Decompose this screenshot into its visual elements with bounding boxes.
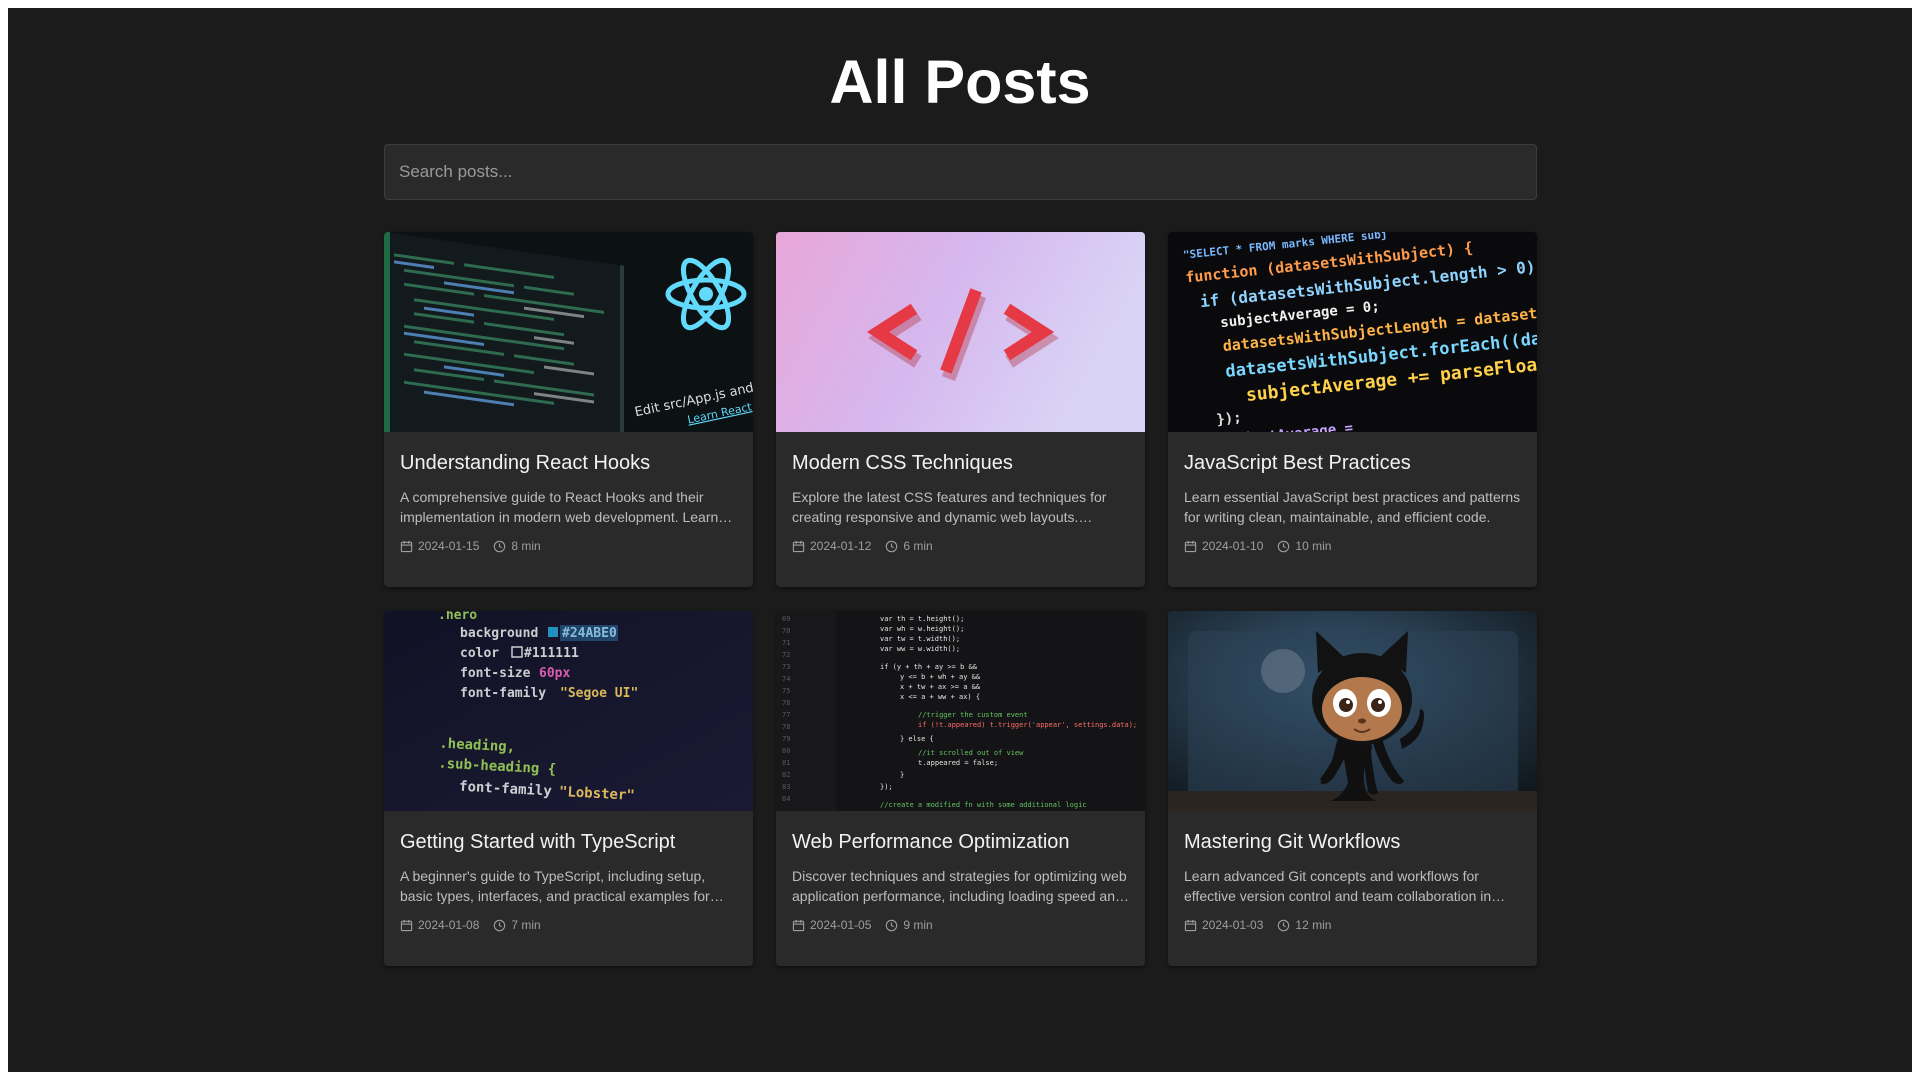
svg-text:var ww = w.width();: var ww = w.width(); bbox=[880, 645, 960, 653]
svg-text:y <= b + wh + ay &&: y <= b + wh + ay && bbox=[900, 673, 981, 681]
svg-text:73: 73 bbox=[782, 663, 790, 671]
post-meta: 2024-01-08 7 min bbox=[400, 916, 555, 934]
page-title: All Posts bbox=[829, 48, 1091, 116]
svg-text:83: 83 bbox=[782, 783, 790, 791]
svg-text:81: 81 bbox=[782, 759, 790, 767]
react-code-image: Edit src/App.js and save to reload. Lear… bbox=[384, 232, 753, 432]
typescript-code-image: .hero background #24ABE0 color #111111 f… bbox=[384, 611, 753, 811]
clock-icon bbox=[494, 919, 506, 931]
post-description: Explore the latest CSS features and tech… bbox=[792, 489, 1107, 525]
post-card-typescript[interactable]: .hero background #24ABE0 color #111111 f… bbox=[384, 611, 753, 966]
svg-text://trigger the custom event: //trigger the custom event bbox=[918, 711, 1028, 719]
post-date: 2024-01-12 bbox=[810, 539, 872, 553]
post-card-react-hooks[interactable]: Edit src/App.js and save to reload. Lear… bbox=[384, 232, 753, 587]
post-title: Getting Started with TypeScript bbox=[400, 831, 676, 853]
post-date: 2024-01-08 bbox=[418, 918, 480, 932]
svg-text:77: 77 bbox=[782, 711, 790, 719]
svg-text:if (y + th + ay >= b &&: if (y + th + ay >= b && bbox=[880, 663, 978, 671]
post-date: 2024-01-05 bbox=[810, 918, 872, 932]
performance-code-image: 69 70 71 72 73 74 75 76 77 78 79 80 81 82 83 84 va… bbox=[776, 611, 1145, 811]
svg-text:t.appeared = false;: t.appeared = false; bbox=[918, 759, 998, 767]
svg-text:x + tw + ax >= a &&: x + tw + ax >= a && bbox=[900, 683, 981, 691]
svg-text:82: 82 bbox=[782, 771, 790, 779]
svg-text:var wh = w.height();: var wh = w.height(); bbox=[880, 625, 964, 633]
svg-text:});: }); bbox=[1216, 410, 1243, 429]
svg-text:74: 74 bbox=[782, 675, 790, 683]
calendar-icon bbox=[400, 540, 413, 552]
post-description: A comprehensive guide to React Hooks and… bbox=[400, 489, 719, 525]
post-thumbnail: "SELECT * FROM marks WHERE subj function… bbox=[1168, 232, 1537, 432]
post-meta: 2024-01-12 6 min bbox=[792, 537, 947, 555]
post-description: A beginner's guide to TypeScript, includ… bbox=[400, 868, 710, 904]
post-description: Learn essential JavaScript best practice… bbox=[1184, 489, 1521, 525]
search-input[interactable] bbox=[384, 144, 1537, 200]
calendar-icon bbox=[792, 919, 805, 931]
clock-icon bbox=[494, 540, 506, 552]
octocat-figure-image bbox=[1168, 611, 1537, 811]
svg-text:75: 75 bbox=[782, 687, 790, 695]
svg-text:76: 76 bbox=[782, 699, 790, 707]
clock-icon bbox=[1278, 919, 1290, 931]
post-date: 2024-01-10 bbox=[1202, 539, 1264, 553]
calendar-icon bbox=[1184, 540, 1197, 552]
svg-text:80: 80 bbox=[782, 747, 790, 755]
svg-text:70: 70 bbox=[782, 627, 790, 635]
post-meta: 2024-01-15 8 min bbox=[400, 537, 555, 555]
clock-icon bbox=[886, 919, 898, 931]
svg-text://create a modified fn with so: //create a modified fn with some additio… bbox=[880, 801, 1087, 809]
post-card-javascript-best-practices[interactable]: "SELECT * FROM marks WHERE subj function… bbox=[1168, 232, 1537, 587]
post-read-time: 8 min bbox=[511, 539, 541, 553]
svg-text:84: 84 bbox=[782, 795, 790, 803]
svg-text:69: 69 bbox=[782, 615, 790, 623]
svg-text:var th = t.height();: var th = t.height(); bbox=[880, 615, 964, 623]
post-card-git-workflows[interactable]: Mastering Git Workflows Learn advanced G… bbox=[1168, 611, 1537, 966]
app-frame: All Posts Search posts... Learn React Un… bbox=[8, 8, 1912, 1072]
post-date: 2024-01-03 bbox=[1202, 918, 1264, 932]
calendar-icon bbox=[400, 919, 413, 931]
post-meta: 2024-01-03 12 min bbox=[1184, 916, 1345, 934]
post-title: Modern CSS Techniques bbox=[792, 452, 1013, 474]
post-description: Discover techniques and strategies for o… bbox=[792, 868, 1127, 904]
svg-text:x <= a + ww + ax) {: x <= a + ww + ax) { bbox=[900, 693, 980, 701]
calendar-icon bbox=[1184, 919, 1197, 931]
svg-text:79: 79 bbox=[782, 735, 790, 743]
post-description: Learn advanced Git concepts and workflow… bbox=[1184, 868, 1492, 904]
svg-text:var tw = t.width();: var tw = t.width(); bbox=[880, 635, 960, 643]
post-card-web-performance[interactable]: 69 70 71 72 73 74 75 76 77 78 79 80 81 82 83 84 va… bbox=[776, 611, 1145, 966]
svg-text:if (!t.appeared) t.trigger('ap: if (!t.appeared) t.trigger('appear', set… bbox=[918, 721, 1137, 729]
svg-text:} else {: } else { bbox=[900, 735, 934, 743]
svg-text://it scrolled out of view: //it scrolled out of view bbox=[918, 749, 1024, 757]
svg-text:71: 71 bbox=[782, 639, 790, 647]
svg-text:});: }); bbox=[880, 783, 893, 791]
post-title: Mastering Git Workflows bbox=[1184, 831, 1401, 853]
post-read-time: 10 min bbox=[1295, 539, 1332, 553]
svg-text:}: } bbox=[900, 771, 904, 779]
calendar-icon bbox=[792, 540, 805, 552]
post-thumbnail: 69 70 71 72 73 74 75 76 77 78 79 80 81 82 83 84 va… bbox=[776, 611, 1145, 811]
css-tag-image bbox=[776, 232, 1145, 432]
svg-text:78: 78 bbox=[782, 723, 790, 731]
post-date: 2024-01-15 bbox=[418, 539, 480, 553]
post-read-time: 7 min bbox=[511, 918, 541, 932]
post-read-time: 9 min bbox=[903, 918, 933, 932]
post-title: Understanding React Hooks bbox=[400, 452, 651, 474]
clock-icon bbox=[1278, 540, 1290, 552]
post-meta: 2024-01-10 10 min bbox=[1184, 537, 1345, 555]
clock-icon bbox=[886, 540, 898, 552]
javascript-code-image: "SELECT * FROM marks WHERE subj function… bbox=[1168, 232, 1537, 432]
post-title: Web Performance Optimization bbox=[792, 831, 1070, 853]
post-thumbnail: .hero background #24ABE0 color #111111 f… bbox=[384, 611, 753, 811]
post-read-time: 6 min bbox=[903, 539, 933, 553]
post-read-time: 12 min bbox=[1295, 918, 1332, 932]
post-thumbnail bbox=[1168, 611, 1537, 811]
svg-text:72: 72 bbox=[782, 651, 790, 659]
post-title: JavaScript Best Practices bbox=[1184, 452, 1411, 474]
post-meta: 2024-01-05 9 min bbox=[792, 916, 947, 934]
post-thumbnail bbox=[776, 232, 1145, 432]
post-thumbnail: Edit src/App.js and save to reload. Lear… bbox=[384, 232, 753, 432]
post-card-modern-css[interactable]: Modern CSS Techniques Explore the latest… bbox=[776, 232, 1145, 587]
